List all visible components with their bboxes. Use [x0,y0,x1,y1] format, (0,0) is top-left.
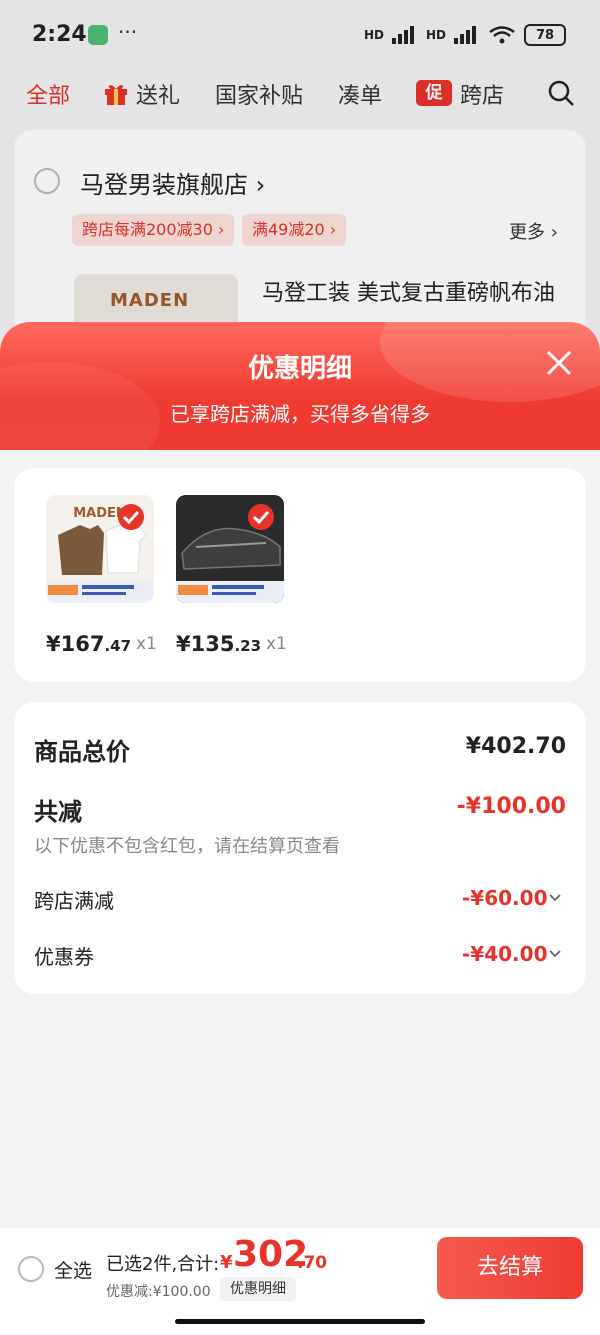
chevron-down-icon[interactable] [549,950,561,958]
reduce-value: -¥100.00 [456,794,566,819]
select-all-radio[interactable] [18,1256,44,1282]
discount-note: 以下优惠不包含红包，请在结算页查看 [34,836,340,857]
select-all-label[interactable]: 全选 [54,1256,92,1283]
discount-detail-button[interactable]: 优惠明细 [220,1277,296,1301]
chevron-down-icon[interactable] [549,894,561,902]
item-price: ¥135.23 [176,632,262,656]
sheet-subtitle: 已享跨店满减，买得多省得多 [170,402,430,426]
total-price-value: ¥402.70 [465,734,566,759]
total-amount-dec: .70 [297,1253,328,1273]
coupon-value[interactable]: -¥40.00 [462,942,547,966]
dim-overlay [0,0,600,360]
home-indicator[interactable] [175,1319,425,1324]
coupon-label[interactable]: 优惠券 [34,941,94,970]
discount-summary-text: 优惠减:¥100.00 [106,1284,211,1300]
sheet-title: 优惠明细 [247,354,352,384]
item-quantity: x1 [266,634,287,654]
selected-count-text: 已选2件,合计: [106,1254,220,1275]
cross-store-discount-label[interactable]: 跨店满减 [34,885,114,914]
check-icon[interactable] [248,504,274,530]
checkout-button[interactable]: 去结算 [437,1237,583,1299]
reduce-label: 共减 [34,798,82,826]
item-quantity: x1 [136,634,157,654]
total-currency: ¥ [220,1252,233,1273]
cross-store-discount-value[interactable]: -¥60.00 [462,886,547,910]
item-price: ¥167.47 [46,632,132,656]
close-icon[interactable] [544,348,574,378]
sheet-header [0,322,600,452]
check-icon[interactable] [118,504,144,530]
total-price-label: 商品总价 [34,738,130,766]
